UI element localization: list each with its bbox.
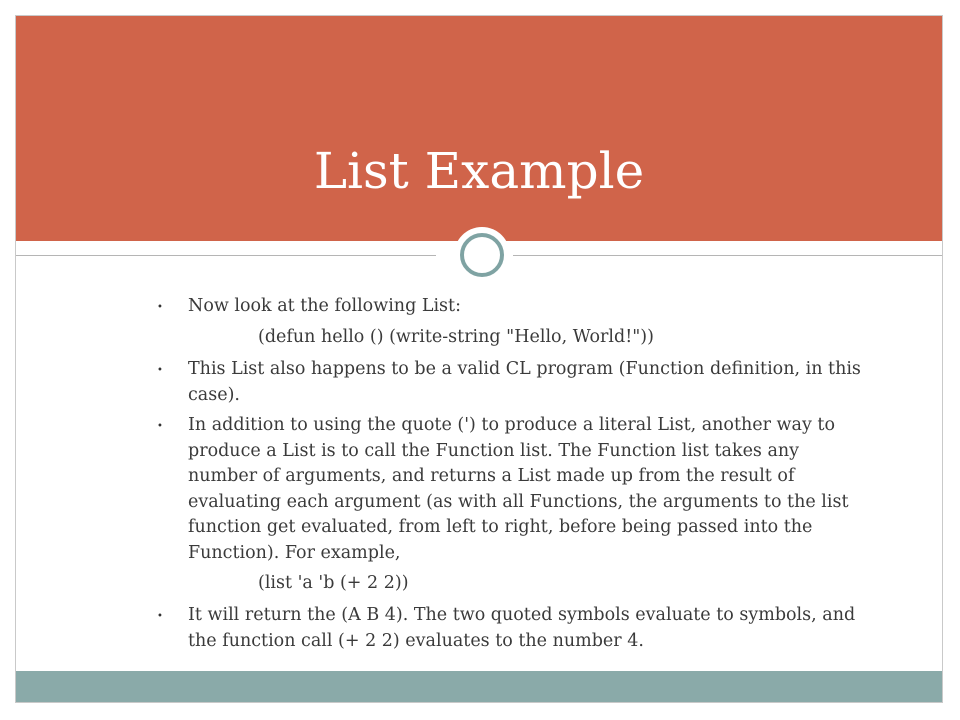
bullet-marker: • — [157, 611, 163, 622]
bullet-3-line-3: number of arguments, and returns a List … — [188, 466, 795, 487]
bullet-marker: • — [157, 421, 163, 432]
bullet-4-text: It will return the (A B 4). The two quot… — [188, 603, 908, 654]
bullet-3-code: (list 'a 'b (+ 2 2)) — [258, 573, 409, 593]
bullet-marker: • — [157, 302, 163, 313]
bullet-2-line-1: This List also happens to be a valid CL … — [188, 359, 861, 379]
bullet-4-line-2: the function call (+ 2 2) evaluates to t… — [188, 630, 644, 651]
footer-band — [16, 671, 942, 702]
bullet-3-line-6: Function). For example, — [188, 542, 401, 563]
bullet-3-line-2: produce a List is to call the Function l… — [188, 440, 800, 461]
bullet-3-line-1: In addition to using the quote (') to pr… — [188, 415, 835, 435]
bullet-1-code: (defun hello () (write-string "Hello, Wo… — [258, 327, 654, 347]
bullet-3-line-4: evaluating each argument (as with all Fu… — [188, 491, 849, 512]
bullet-3-line-5: function get evaluated, from left to rig… — [188, 517, 813, 538]
bullet-2-text: This List also happens to be a valid CL … — [188, 357, 908, 408]
bullet-3-text: In addition to using the quote (') to pr… — [188, 413, 908, 567]
slide-content: • Now look at the following List: (defun… — [16, 16, 942, 702]
bullet-1-text: Now look at the following List: — [188, 294, 908, 320]
bullet-2-line-2: case). — [188, 384, 240, 405]
bullet-4-line-1: It will return the (A B 4). The two quot… — [188, 605, 856, 625]
bullet-1-line-1: Now look at the following List: — [188, 296, 461, 316]
slide: List Example • Now look at the following… — [15, 15, 943, 703]
bullet-marker: • — [157, 365, 163, 376]
